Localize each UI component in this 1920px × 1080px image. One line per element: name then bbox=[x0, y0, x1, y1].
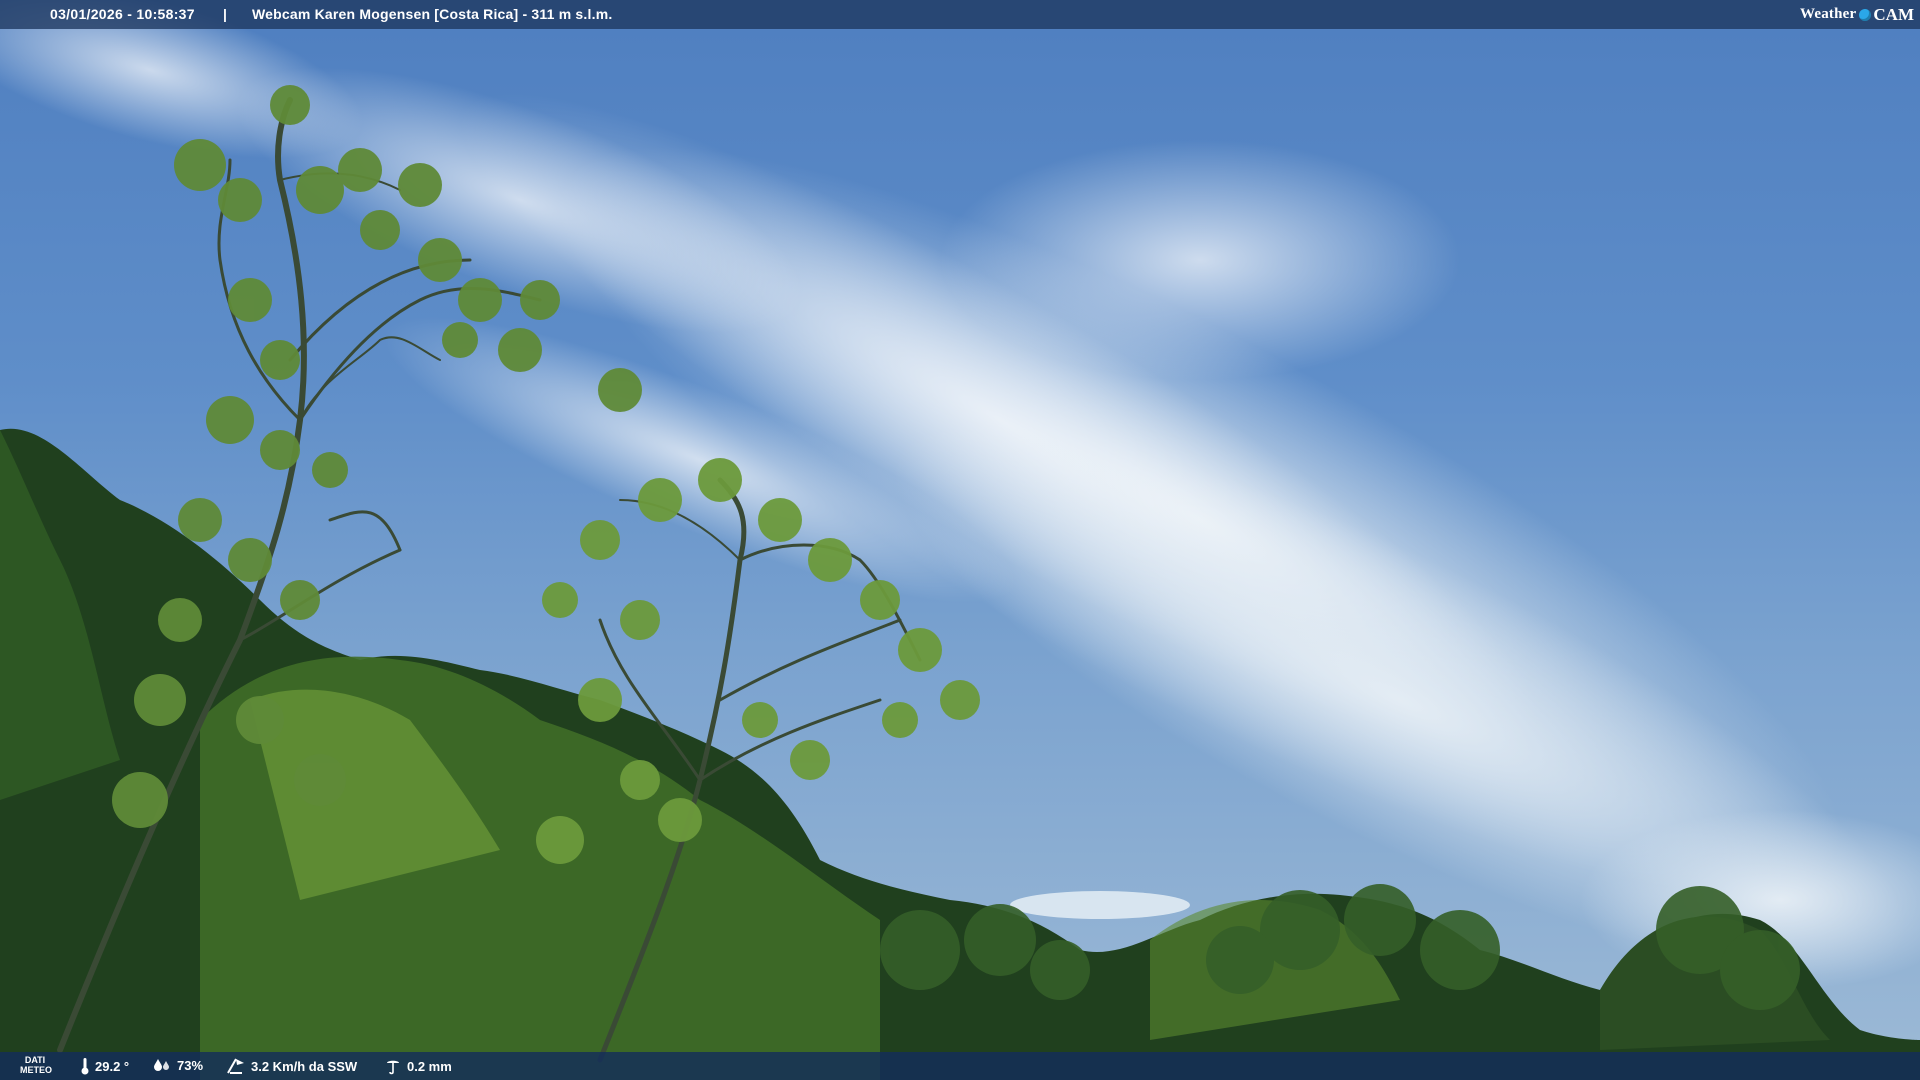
dati-label-line1: DATI bbox=[24, 1055, 46, 1065]
rain-reading: 0.2 mm bbox=[384, 1057, 452, 1075]
camera-title: Webcam Karen Mogensen [Costa Rica] - 311… bbox=[252, 6, 613, 22]
title-separator: | bbox=[223, 6, 227, 22]
dati-meteo-label: DATI METEO bbox=[20, 1055, 53, 1075]
temperature-reading: 29.2 ° bbox=[80, 1057, 129, 1075]
logo-text-weather: Weather bbox=[1800, 6, 1857, 22]
webcam-image bbox=[0, 0, 1920, 1080]
wind-value: 3.2 Km/h da SSW bbox=[251, 1058, 358, 1074]
top-info-bar: 03/01/2026 - 10:58:37 | Webcam Karen Mog… bbox=[0, 0, 1920, 29]
logo-dot-icon bbox=[1859, 8, 1872, 21]
humidity-value: 73% bbox=[177, 1057, 204, 1073]
humidity-drops-icon bbox=[154, 1059, 169, 1071]
rain-value: 0.2 mm bbox=[407, 1058, 452, 1074]
humidity-reading: 73% bbox=[152, 1057, 203, 1073]
wind-icon bbox=[227, 1058, 244, 1074]
logo-text-cam: CAM bbox=[1873, 4, 1914, 24]
dati-label-line2: METEO bbox=[20, 1065, 53, 1075]
thermometer-icon bbox=[81, 1058, 89, 1075]
timestamp: 03/01/2026 - 10:58:37 bbox=[50, 6, 195, 22]
temperature-value: 29.2 ° bbox=[95, 1058, 130, 1074]
weathercam-logo[interactable]: Weather CAM bbox=[1800, 3, 1914, 26]
wind-reading: 3.2 Km/h da SSW bbox=[226, 1057, 357, 1075]
webcam-scene-svg bbox=[0, 0, 1920, 1080]
weather-data-bar: DATI METEO 29.2 ° 73% 3.2 Km/h da SSW 0.… bbox=[0, 1052, 1920, 1080]
rain-gauge-icon bbox=[387, 1060, 399, 1075]
